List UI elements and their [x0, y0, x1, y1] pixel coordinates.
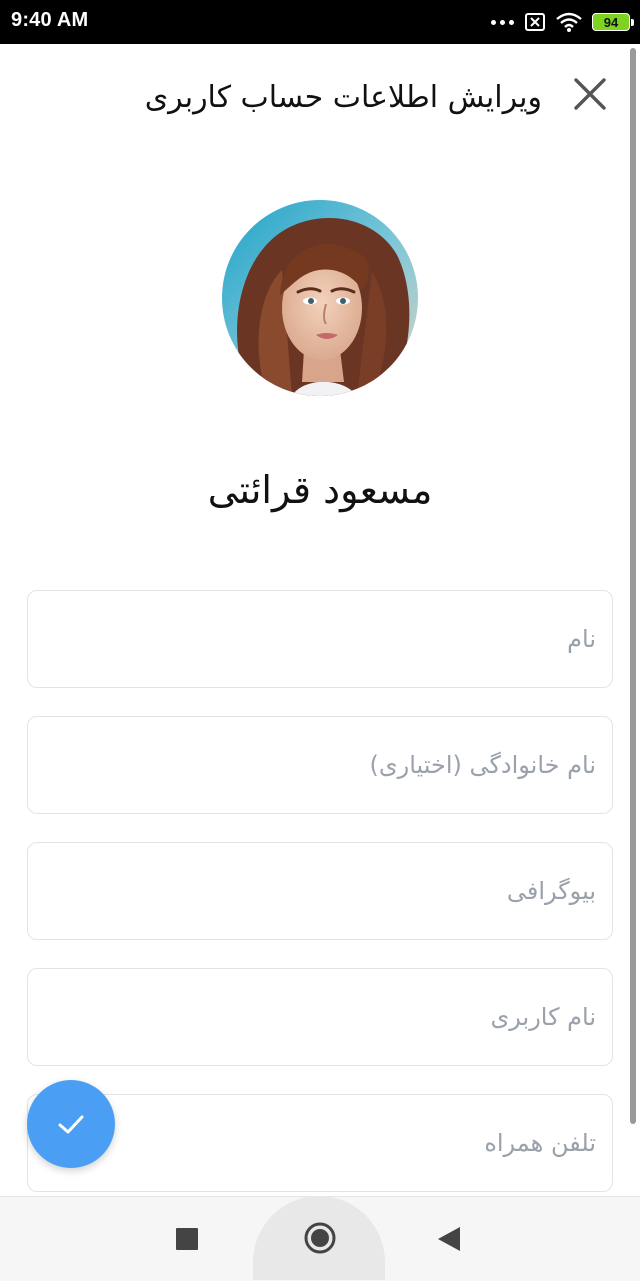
home-button[interactable]: [300, 1218, 340, 1258]
last-name-input[interactable]: [28, 717, 612, 813]
status-time: 9:40 AM: [11, 9, 89, 31]
biography-field[interactable]: [27, 842, 613, 940]
username-input[interactable]: [28, 969, 612, 1065]
recents-square-icon: [176, 1228, 198, 1250]
back-button[interactable]: [432, 1222, 466, 1256]
last-name-field[interactable]: [27, 716, 613, 814]
status-icons: 94: [491, 10, 634, 34]
biography-input[interactable]: [28, 843, 612, 939]
check-icon: [58, 1115, 84, 1134]
avatar-image: [222, 200, 418, 396]
phone-input[interactable]: [28, 1095, 612, 1191]
phone-field[interactable]: [27, 1094, 613, 1192]
close-button[interactable]: [568, 72, 612, 116]
home-circle-icon: [304, 1222, 336, 1254]
close-icon: [574, 78, 606, 110]
save-fab-button[interactable]: [27, 1080, 115, 1168]
user-display-name: مسعود قرائتی: [207, 468, 433, 512]
username-field[interactable]: [27, 968, 613, 1066]
battery-icon: 94: [592, 13, 634, 31]
sim-x-icon: [525, 13, 545, 31]
recents-button[interactable]: [170, 1222, 204, 1256]
scrollbar[interactable]: [630, 48, 636, 1124]
back-triangle-icon: [438, 1227, 460, 1251]
avatar[interactable]: [222, 200, 418, 396]
page-title: ویرایش اطلاعات حساب کاربری: [144, 80, 542, 115]
status-bar: 9:40 AM 94: [0, 0, 640, 44]
first-name-field[interactable]: [27, 590, 613, 688]
more-dots-icon: [491, 19, 514, 25]
first-name-input[interactable]: [28, 591, 612, 687]
wifi-icon: [556, 12, 582, 32]
